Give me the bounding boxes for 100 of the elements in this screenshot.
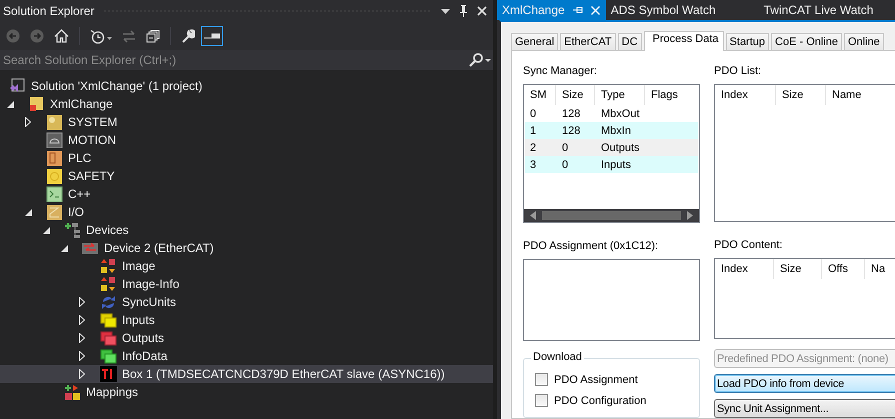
table-cell-text: 3: [529, 158, 538, 170]
table-row[interactable]: 2 0 Outputs: [525, 139, 698, 156]
column-header[interactable]: Index: [715, 85, 776, 105]
document-tab[interactable]: ADS Symbol Watch: [606, 0, 728, 20]
tile-icon: [46, 114, 63, 130]
back-icon[interactable]: [6, 29, 20, 43]
home-icon[interactable]: [54, 29, 69, 43]
checkbox[interactable]: [535, 394, 548, 407]
collapse-arrow-icon: [6, 100, 14, 108]
collapse-all-icon[interactable]: [146, 30, 160, 42]
table-cell-text: 0: [561, 142, 570, 154]
tree-item[interactable]: Device 2 (EtherCAT): [0, 239, 493, 257]
table-cell-text: 0: [529, 108, 538, 120]
checkbox-label[interactable]: PDO Configuration: [554, 394, 646, 406]
tree-item[interactable]: Mappings: [0, 383, 493, 401]
column-header[interactable]: Flags: [645, 85, 693, 105]
tab[interactable]: DC: [618, 33, 642, 50]
tile-icon: [46, 132, 63, 148]
solution-icon: [9, 78, 26, 94]
tree-item[interactable]: I/O: [0, 203, 493, 221]
scroll-right-icon[interactable]: [687, 211, 693, 220]
tab[interactable]: Online: [844, 33, 884, 50]
forward-icon[interactable]: [30, 29, 44, 43]
document-tab[interactable]: TwinCAT Live Watch: [728, 0, 886, 20]
tree-item[interactable]: SYSTEM: [0, 113, 493, 131]
refresh-icon: [100, 294, 117, 310]
pin-icon[interactable]: [459, 5, 468, 17]
tile-icon: [46, 150, 63, 166]
tree-item[interactable]: Image-Info: [0, 275, 493, 293]
column-header[interactable]: Size: [774, 258, 822, 279]
stacked-squares-icon: [100, 330, 117, 346]
button[interactable]: Sync Unit Assignment...: [714, 399, 895, 418]
tile-icon: [46, 186, 63, 202]
table-row[interactable]: 1 128 MbxIn: [525, 122, 698, 139]
section-label: PDO Assignment (0x1C12):: [523, 240, 660, 253]
tree-item[interactable]: Box 1 (TMDSECATCNCD379D EtherCAT slave (ASYNC16)): [0, 365, 493, 383]
pdo-assignment-list[interactable]: [523, 259, 700, 341]
pin-icon[interactable]: [572, 6, 583, 14]
stacked-squares-icon: [100, 312, 117, 328]
tree-item[interactable]: SyncUnits: [0, 293, 493, 311]
table-cell-text: 1: [529, 124, 538, 136]
column-header[interactable]: Size: [776, 85, 826, 105]
close-icon[interactable]: [477, 6, 487, 16]
tree-item[interactable]: PLC: [0, 149, 493, 167]
column-header[interactable]: Name: [826, 85, 895, 105]
section-label: PDO Content:: [714, 238, 784, 252]
wrench-icon[interactable]: [181, 29, 195, 43]
sync-icon[interactable]: [122, 30, 136, 42]
expand-arrow-icon: [25, 117, 31, 127]
project-icon: [28, 96, 45, 112]
tab[interactable]: General: [511, 33, 558, 50]
tree-item[interactable]: Solution 'XmlChange' (1 project): [0, 77, 493, 95]
tree-item[interactable]: Image: [0, 257, 493, 275]
checkbox[interactable]: [535, 373, 548, 386]
scroll-left-icon[interactable]: [530, 211, 536, 220]
checkbox-label[interactable]: PDO Assignment: [554, 374, 638, 386]
table-cell-text: 2: [529, 142, 538, 154]
tab[interactable]: EtherCAT: [560, 33, 616, 50]
dropdown-caret-icon[interactable]: [441, 8, 450, 14]
document-tab[interactable]: XmlChange: [497, 0, 606, 20]
collapse-arrow-icon: [42, 226, 50, 234]
tab[interactable]: Process Data: [644, 31, 724, 51]
section-label: Sync Manager:: [523, 65, 598, 78]
group-title: Download: [531, 351, 584, 363]
network-card-icon: [82, 240, 99, 256]
mappings-icon: [64, 384, 81, 400]
search-icon[interactable]: [467, 50, 493, 70]
column-header[interactable]: Na: [865, 258, 889, 279]
tab[interactable]: Startup: [726, 33, 770, 50]
column-header[interactable]: Offs: [822, 258, 865, 279]
tree-item[interactable]: InfoData: [0, 347, 493, 365]
tree-item[interactable]: Inputs: [0, 311, 493, 329]
button: Predefined PDO Assignment: (none): [714, 349, 895, 368]
search-field[interactable]: Search Solution Explorer (Ctrl+;): [0, 50, 467, 70]
table-cell-text: Outputs: [600, 142, 641, 154]
stacked-squares-icon: [100, 348, 117, 364]
table-row[interactable]: 3 0 Inputs: [525, 156, 698, 173]
section-label: PDO List:: [714, 65, 762, 78]
tree-item[interactable]: Outputs: [0, 329, 493, 347]
table-cell-text: 128: [561, 124, 582, 136]
tile-icon: [46, 204, 63, 220]
tree-item[interactable]: MOTION: [0, 131, 493, 149]
table-cell-text: Inputs: [600, 158, 632, 170]
tab[interactable]: CoE - Online: [771, 33, 842, 50]
panel-title: Solution Explorer: [3, 4, 94, 18]
horizontal-scrollbar[interactable]: [524, 209, 699, 222]
tree-item[interactable]: SAFETY: [0, 167, 493, 185]
history-icon[interactable]: [90, 28, 112, 44]
collapse-arrow-icon: [24, 208, 32, 216]
tree-item[interactable]: Devices: [0, 221, 493, 239]
arrows-icon: [100, 258, 117, 274]
tree-item[interactable]: C++: [0, 185, 493, 203]
tree-item[interactable]: XmlChange: [0, 95, 493, 113]
button[interactable]: Load PDO info from device: [714, 374, 895, 393]
tree-icon: [64, 222, 81, 238]
preview-button[interactable]: [201, 26, 223, 46]
tile-icon: [46, 168, 63, 184]
table-cell-text: 0: [561, 158, 570, 170]
preview-pane-icon: [204, 33, 220, 39]
column-header[interactable]: Index: [715, 258, 774, 279]
